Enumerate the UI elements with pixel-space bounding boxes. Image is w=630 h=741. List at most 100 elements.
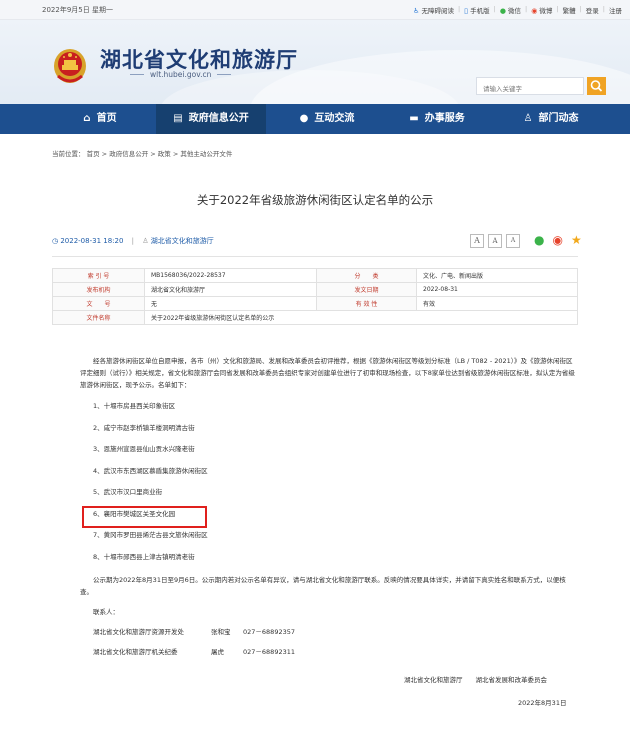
highlight-box: [82, 506, 207, 528]
breadcrumb-item-gov-info[interactable]: 政府信息公开: [109, 150, 148, 158]
contact-dept: 湖北省文化和旅游厅机关纪委: [93, 648, 178, 656]
favorite-star-icon[interactable]: ★: [571, 233, 582, 247]
contact-label: 联系人：: [93, 608, 119, 616]
weibo-share-icon[interactable]: ◉: [552, 233, 562, 247]
separator: |: [457, 5, 461, 13]
list-item: 2、咸宁市赵李桥镇羊楼洞明清古街: [93, 423, 195, 432]
info-label: 发布机构: [52, 282, 145, 297]
breadcrumb-item-other-files[interactable]: 其他主动公开文件: [180, 150, 232, 158]
separator: |: [525, 5, 528, 13]
accessibility-icon: ♿: [413, 7, 420, 15]
info-label: 索 引 号: [52, 268, 145, 283]
contact-phone: 027－68892311: [243, 648, 295, 656]
table-row: 文 号 无 有 效 性 有效: [52, 296, 578, 311]
info-value: 无: [144, 296, 317, 311]
wechat-link[interactable]: ● 微信: [500, 5, 521, 15]
register-link[interactable]: 注册: [609, 5, 622, 15]
intro-paragraph: 经各旅游休闲街区单位自愿申报，各市（州）文化和旅游局、发展和改革委员会初评推荐，…: [80, 357, 575, 389]
info-label: 文件名称: [52, 310, 145, 325]
wechat-share-icon[interactable]: ●: [534, 233, 544, 247]
search-icon: [590, 80, 603, 92]
article-title: 关于2022年省级旅游休闲街区认定名单的公示: [196, 193, 434, 207]
document-list-icon: ▤: [173, 113, 183, 124]
chat-bubble-icon: ●: [299, 113, 309, 124]
list-item: 1、十堰市房县西关印象街区: [93, 402, 176, 410]
accessibility-link[interactable]: ♿ 无障碍阅读: [413, 5, 454, 15]
contact-phone: 027－68892357: [243, 628, 295, 636]
table-row: 发布机构 湖北省文化和旅游厅 发文日期 2022-08-31: [52, 282, 578, 297]
list-item: 7、黄冈市罗田县烯茫古县文旅休闲街区: [93, 531, 208, 539]
site-domain: wlt.hubei.gov.cn: [129, 70, 232, 79]
info-value: 关于2022年省级旅游休闲街区认定名单的公示: [144, 310, 578, 325]
clock-icon: ◷: [52, 237, 59, 245]
signature-date: 2022年8月31日: [518, 699, 567, 707]
contact-row: 湖北省文化和旅游厅资源开发处 张和宝 027－68892357: [80, 626, 576, 638]
info-value: 2022-08-31: [416, 282, 578, 297]
breadcrumb-item-home[interactable]: 首页: [87, 150, 100, 158]
breadcrumb-separator: >: [172, 150, 179, 158]
search-input[interactable]: 请输入关键字: [476, 77, 584, 95]
site-header: 湖北省文化和旅游厅 wlt.hubei.gov.cn 请输入关键字: [0, 20, 630, 104]
national-emblem-icon[interactable]: [53, 46, 87, 84]
weibo-link[interactable]: ◉ 微博: [531, 5, 552, 15]
signature: 湖北省文化和旅游厅 湖北省发展和改革委员会: [404, 676, 547, 684]
separator: |: [131, 237, 135, 245]
document-info-table: 索 引 号 MB1568036/2022-28537 分 类 文化、广电、新闻出…: [52, 268, 578, 325]
info-value: 湖北省文化和旅游厅: [144, 282, 317, 297]
top-bar: 2022年9月5日 星期一 ♿ 无障碍阅读 | ▯ 手机版 | ● 微信 | ◉…: [0, 0, 630, 20]
source-icon: ♙: [142, 237, 149, 245]
publish-datetime: 2022-08-31 18:20: [60, 237, 124, 245]
top-links: ♿ 无障碍阅读 | ▯ 手机版 | ● 微信 | ◉ 微博 | 繁體 | 登录 …: [413, 5, 622, 15]
mobile-icon: ▯: [464, 7, 469, 15]
list-item: 3、恩施州宣恩县仙山贡水兴隆老街: [93, 445, 195, 453]
nav-item-services[interactable]: ▬ 办事服务: [392, 104, 482, 134]
info-value: 文化、广电、新闻出版: [416, 268, 578, 283]
info-label: 分 类: [316, 268, 417, 283]
weibo-icon: ◉: [531, 7, 538, 15]
font-size-large-button[interactable]: A: [470, 234, 484, 248]
traditional-chinese-link[interactable]: 繁體: [563, 5, 576, 15]
list-item: 8、十堰市郧西县上津古镇明清老街: [93, 552, 195, 561]
info-label: 文 号: [52, 296, 145, 311]
contact-row: 湖北省文化和旅游厅机关纪委 屠虎 027－68892311: [80, 646, 576, 658]
separator: |: [493, 5, 496, 13]
contact-name: 张和宝: [211, 628, 231, 636]
info-label: 有 效 性: [316, 296, 417, 311]
nav-item-interaction[interactable]: ● 互动交流: [282, 104, 372, 134]
nav-item-gov-info[interactable]: ▤ 政府信息公开: [156, 104, 266, 134]
breadcrumb-separator: >: [101, 150, 108, 158]
font-size-medium-button[interactable]: A: [488, 234, 502, 248]
home-icon: ⌂: [83, 113, 91, 124]
contact-dept: 湖北省文化和旅游厅资源开发处: [93, 628, 184, 636]
breadcrumb: 当前位置： 首页 > 政府信息公开 > 政策 > 其他主动公开文件: [52, 148, 232, 158]
search-button[interactable]: [587, 77, 606, 95]
table-row: 文件名称 关于2022年省级旅游休闲街区认定名单的公示: [52, 310, 578, 325]
font-size-small-button[interactable]: A: [506, 234, 520, 248]
info-label: 发文日期: [316, 282, 417, 297]
login-link[interactable]: 登录: [586, 5, 599, 15]
wechat-icon: ●: [499, 7, 506, 15]
nav-item-home[interactable]: ⌂ 首页: [62, 104, 138, 134]
separator: |: [602, 5, 605, 13]
person-icon: ♙: [523, 113, 533, 124]
nav-item-dept-news[interactable]: ♙ 部门动态: [506, 104, 596, 134]
table-row: 索 引 号 MB1568036/2022-28537 分 类 文化、广电、新闻出…: [52, 268, 578, 283]
breadcrumb-separator: >: [150, 150, 156, 158]
monitor-icon: ▬: [409, 113, 419, 124]
divider: [52, 256, 578, 257]
main-nav: ⌂ 首页 ▤ 政府信息公开 ● 互动交流 ▬ 办事服务 ♙ 部门动态: [0, 104, 630, 134]
breadcrumb-item-policy[interactable]: 政策: [158, 150, 171, 158]
current-date: 2022年9月5日 星期一: [42, 6, 113, 14]
mobile-link[interactable]: ▯ 手机版: [464, 5, 489, 15]
separator: |: [556, 5, 559, 13]
article-meta: ◷ 2022-08-31 18:20 | ♙ 湖北省文化和旅游厅: [52, 236, 214, 246]
list-item: 5、武汉市汉口里商业街: [93, 488, 163, 496]
contact-name: 屠虎: [211, 648, 224, 656]
notice-paragraph: 公示期为2022年8月31日至9月6日。公示期内若对公示名单有异议，请与湖北省文…: [80, 576, 566, 596]
article-source: 湖北省文化和旅游厅: [150, 237, 214, 245]
breadcrumb-prefix: 当前位置：: [52, 150, 85, 158]
font-size-controls: A A A: [470, 234, 520, 248]
list-item: 4、武汉市东西湖区慕盾集旅游休闲街区: [93, 466, 208, 475]
separator: |: [579, 5, 582, 13]
street-list: 1、十堰市房县西关印象街区 2、咸宁市赵李桥镇羊楼洞明清古街 3、恩施州宣恩县仙…: [80, 400, 576, 572]
